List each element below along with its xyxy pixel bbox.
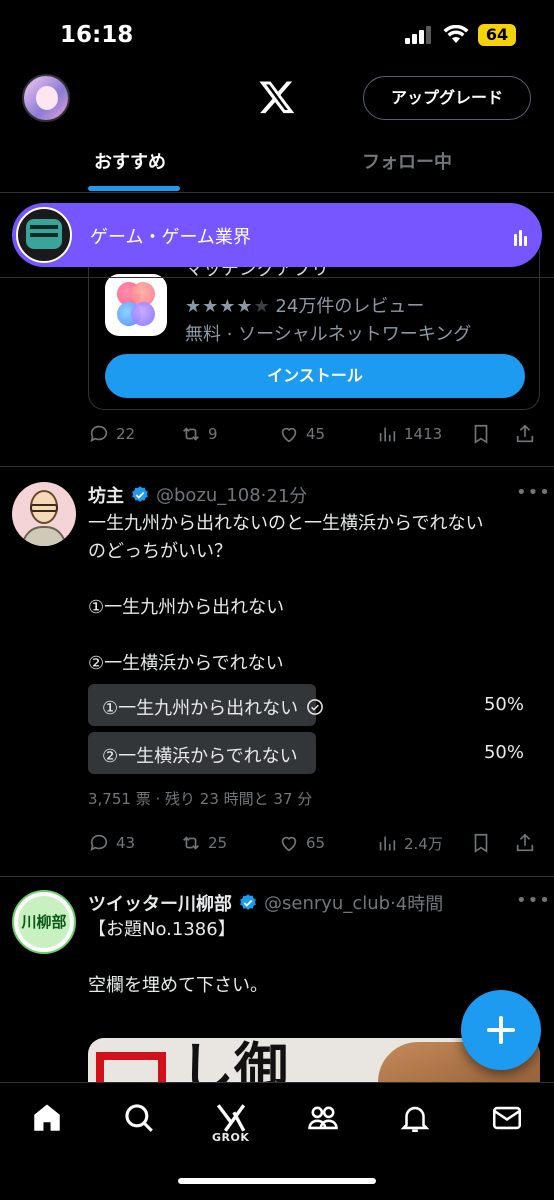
communities-tab[interactable] [306,1101,340,1135]
divider [0,277,554,278]
views-icon [379,836,396,851]
search-tab[interactable] [122,1101,156,1135]
author-name[interactable]: ツイッター川柳部 [88,890,232,916]
like-button[interactable]: 45 [278,423,325,445]
poll-percentage: 50% [483,694,524,715]
install-button[interactable]: インストール [105,354,525,398]
post-time: 4時間 [395,894,444,915]
compose-post-button[interactable] [461,990,541,1070]
author-handle[interactable]: @bozu_108 [156,485,261,506]
audio-bars-icon [514,227,529,246]
grok-tab[interactable] [214,1101,248,1135]
active-tab-indicator [88,186,180,191]
share-icon [516,424,534,443]
share-button[interactable] [514,832,542,854]
repost-button[interactable]: 25 [180,832,227,854]
like-button[interactable]: 65 [278,832,325,854]
verified-badge-icon [240,894,256,910]
more-options-button[interactable]: ••• [516,890,551,911]
promoted-app-card[interactable]: マッチングアプリ ★★★★★ 24万件のレビュー 無料 · ソーシャルネットワー… [88,250,540,410]
heart-icon [281,427,297,443]
more-options-button[interactable]: ••• [516,482,551,503]
author-handle[interactable]: @senryu_club [264,893,390,914]
app-rating: ★★★★★ 24万件のレビュー [185,292,424,318]
post-header: ツイッター川柳部 @senryu_club · 4時間 [88,890,443,916]
messages-tab[interactable] [490,1101,524,1135]
views-icon [379,427,396,442]
profile-avatar[interactable] [22,74,70,122]
author-avatar[interactable] [12,482,76,546]
mail-icon [492,1106,522,1130]
voted-check-icon [307,699,324,715]
notifications-tab[interactable] [398,1101,432,1135]
search-icon [125,1104,153,1132]
poll-option: ①一生九州から出れない 50% [88,684,540,726]
views-button[interactable]: 1413 [376,423,442,445]
bookmark-icon [474,424,488,444]
reply-button[interactable]: 43 [88,832,135,854]
share-button[interactable] [514,423,542,445]
upgrade-button[interactable]: アップグレード [363,76,531,120]
ad-actions: 22 9 45 1413 [88,423,540,451]
star-rating-icon: ★★★★ [185,296,254,317]
bookmark-icon [474,833,488,853]
app-meta: 無料 · ソーシャルネットワーキング [185,324,472,345]
image-text: し御 [180,1038,288,1088]
post-time: 21分 [266,486,308,507]
avatar-text: 川柳部 [18,896,70,948]
grok-label: GROK [212,1131,250,1144]
verified-badge-icon [132,486,148,502]
author-avatar[interactable]: 川柳部 [12,890,76,954]
status-time: 16:18 [60,22,134,48]
status-bar: 16:18 64 [0,0,554,70]
repost-icon [183,836,199,850]
tab-following[interactable]: フォロー中 [362,148,452,174]
post-text: 一生九州から出れないのと一生横浜からでれない のどっちがいい？ ①一生九州から出… [88,513,484,674]
cellular-signal-icon [405,26,431,44]
author-name[interactable]: 坊主 [88,482,124,508]
review-count: 24万件のレビュー [275,296,425,317]
poll-option-label: ①一生九州から出れない [102,698,299,719]
home-icon [34,1104,60,1131]
x-logo-icon [259,81,295,114]
bookmark-button[interactable] [470,832,498,854]
battery-indicator: 64 [478,24,516,46]
heart-icon [281,836,297,852]
poll-option: ②一生横浜からでれない 50% [88,732,540,774]
space-host-avatar [16,207,72,263]
poll-percentage: 50% [483,742,524,763]
bell-icon [400,1106,430,1133]
poll-meta: 3,751 票 · 残り 23 時間と 37 分 [88,790,313,808]
views-button[interactable]: 2.4万 [376,832,443,854]
post-text: 【お題No.1386】 空欄を埋めて下さい。 [88,919,268,996]
tab-recommended[interactable]: おすすめ [94,148,166,174]
share-icon [516,833,534,852]
live-space-banner[interactable]: ゲーム・ゲーム業界 [12,203,542,267]
space-title: ゲーム・ゲーム業界 [90,227,251,248]
post-header: 坊主 @bozu_108 · 21分 [88,482,307,508]
reply-icon [90,834,108,851]
reply-icon [90,425,108,442]
divider [0,876,554,877]
poll-option-label: ②一生横浜からでれない [102,746,298,767]
star-empty-icon: ★ [253,296,270,317]
repost-button[interactable]: 9 [180,423,218,445]
post-actions: 43 25 65 2.4万 [88,832,540,860]
divider [0,466,554,467]
reply-button[interactable]: 22 [88,423,135,445]
repost-icon [183,427,199,441]
wifi-icon [443,25,469,43]
timeline-tabs: おすすめ フォロー中 [0,138,554,193]
bookmark-button[interactable] [470,423,498,445]
grok-icon [216,1104,246,1132]
home-tab[interactable] [30,1101,64,1135]
home-indicator [178,1178,376,1184]
app-icon [105,274,167,336]
communities-icon [308,1106,338,1130]
